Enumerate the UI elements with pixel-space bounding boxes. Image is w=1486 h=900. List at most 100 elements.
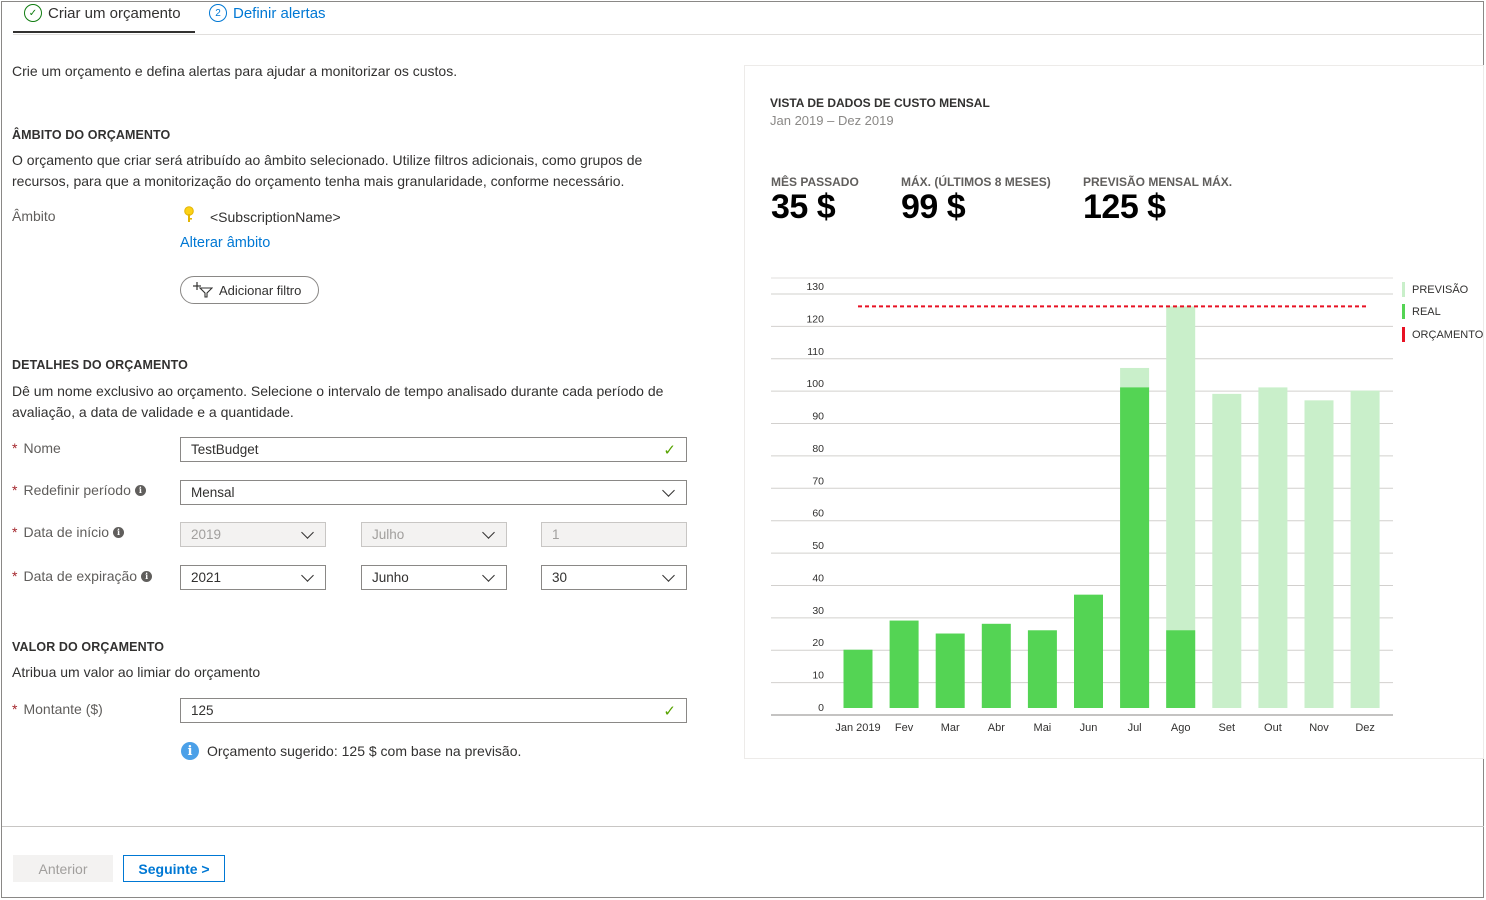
chevron-down-icon: [301, 525, 314, 539]
chevron-down-icon: [662, 568, 675, 582]
y-tick-label: 70: [812, 475, 824, 487]
kpi-last-month-value: 35 $: [771, 188, 836, 226]
x-tick-label: Set: [1219, 722, 1236, 734]
info-icon[interactable]: i: [113, 526, 125, 538]
actual-bar: [935, 633, 965, 708]
panel-subtitle: Jan 2019 – Dez 2019: [770, 113, 894, 128]
add-filter-button[interactable]: Adicionar filtro: [180, 276, 319, 304]
y-tick-label: 130: [806, 281, 824, 293]
scope-section-title: ÂMBITO DO ORÇAMENTO: [12, 128, 171, 142]
forecast-bar: [1350, 390, 1380, 708]
tab-set-alerts[interactable]: 2 Definir alertas: [209, 4, 326, 22]
tab-label: Criar um orçamento: [48, 4, 181, 22]
actual-bar: [843, 649, 873, 708]
start-year-select: 2019: [180, 522, 326, 547]
y-tick-label: 10: [812, 670, 824, 682]
name-field[interactable]: TestBudget ✓: [180, 437, 687, 462]
scope-label: Âmbito: [12, 208, 56, 224]
filter-add-icon: [193, 282, 213, 298]
start-day-field: 1: [541, 522, 687, 547]
start-month-select: Julho: [361, 522, 507, 547]
actual-bar: [1074, 594, 1103, 708]
details-description: Dê um nome exclusivo ao orçamento. Selec…: [12, 383, 664, 420]
x-tick-label: Dez: [1355, 722, 1375, 734]
y-tick-label: 120: [806, 313, 824, 325]
key-icon: [183, 206, 195, 229]
y-tick-label: 50: [812, 540, 824, 552]
panel-title: VISTA DE DADOS DE CUSTO MENSAL: [770, 96, 990, 110]
valid-check-icon: ✓: [663, 441, 676, 459]
add-filter-label: Adicionar filtro: [219, 282, 302, 298]
chevron-down-icon: [662, 483, 675, 497]
step-number-icon: 2: [209, 4, 227, 22]
y-tick-label: 100: [806, 378, 824, 390]
valid-check-icon: ✓: [663, 702, 676, 720]
actual-bar: [1027, 630, 1057, 708]
change-scope-link[interactable]: Alterar âmbito: [180, 235, 270, 251]
info-icon: i: [181, 742, 199, 760]
kpi-forecast-label: PREVISÃO MENSAL MÁX.: [1083, 175, 1233, 189]
x-tick-label: Abr: [988, 722, 1005, 734]
kpi-max-label: MÁX. (ÚLTIMOS 8 MESES): [901, 175, 1051, 189]
x-tick-label: Ago: [1171, 722, 1191, 734]
x-tick-label: Nov: [1309, 722, 1329, 734]
start-date-label: * Data de início i: [12, 524, 125, 540]
details-section-title: DETALHES DO ORÇAMENTO: [12, 358, 188, 372]
previous-button: Anterior: [13, 855, 113, 882]
tab-label: Definir alertas: [233, 4, 326, 22]
chevron-down-icon: [482, 525, 495, 539]
suggested-budget-hint: i Orçamento sugerido: 125 $ com base na …: [181, 742, 521, 760]
monthly-cost-chart: 0 10 20 30 40 50 60 70 80 90 100 110 120 130 Jan 2019 F…: [771, 277, 1393, 734]
chevron-down-icon: [301, 568, 314, 582]
reset-period-label: * Redefinir período i: [12, 482, 146, 498]
amount-section-title: VALOR DO ORÇAMENTO: [12, 640, 165, 654]
kpi-forecast-value: 125 $: [1083, 188, 1166, 226]
y-tick-label: 90: [812, 411, 824, 423]
y-tick-label: 30: [812, 605, 824, 617]
x-tick-label: Mar: [941, 722, 960, 734]
y-tick-label: 110: [807, 346, 824, 358]
actual-bar: [889, 620, 919, 708]
y-tick-label: 0: [818, 702, 824, 714]
x-tick-label: Jan 2019: [835, 722, 880, 734]
x-tick-label: Mai: [1034, 722, 1052, 734]
tab-create-budget[interactable]: ✓ Criar um orçamento: [24, 4, 181, 22]
x-tick-label: Jun: [1080, 722, 1098, 734]
forecast-bar: [1212, 393, 1242, 708]
expiration-date-label: * Data de expiração i: [12, 568, 153, 584]
y-tick-label: 40: [812, 572, 824, 584]
legend-swatch: [1402, 282, 1405, 297]
y-tick-label: 80: [812, 443, 824, 455]
y-tick-label: 20: [812, 637, 824, 649]
info-icon[interactable]: i: [141, 570, 153, 582]
legend-swatch: [1402, 327, 1405, 342]
active-tab-indicator: [13, 31, 195, 33]
scope-description: O orçamento que criar será atribuído ao …: [12, 152, 643, 189]
legend-actual: REAL: [1402, 304, 1441, 319]
x-tick-label: Out: [1264, 722, 1282, 734]
tab-divider: [13, 34, 1482, 35]
kpi-last-month-label: MÊS PASSADO: [771, 175, 859, 189]
legend-forecast: PREVISÃO: [1402, 282, 1468, 297]
amount-field[interactable]: 125 ✓: [180, 698, 687, 723]
actual-bar: [1120, 387, 1150, 708]
amount-label: * Montante ($): [12, 701, 103, 717]
check-circle-icon: ✓: [24, 4, 42, 22]
expiration-day-select[interactable]: 30: [541, 565, 687, 590]
legend-swatch: [1402, 304, 1405, 319]
x-tick-label: Jul: [1128, 722, 1142, 734]
name-label: * Nome: [12, 440, 61, 456]
expiration-year-select[interactable]: 2021: [180, 565, 326, 590]
reset-period-select[interactable]: Mensal: [180, 480, 687, 505]
chevron-down-icon: [482, 568, 495, 582]
scope-value: <SubscriptionName>: [210, 209, 341, 225]
actual-bar: [981, 623, 1011, 708]
kpi-max-value: 99 $: [901, 188, 966, 226]
info-icon[interactable]: i: [134, 484, 146, 496]
expiration-month-select[interactable]: Junho: [361, 565, 507, 590]
next-button[interactable]: Seguinte >: [123, 855, 225, 882]
y-tick-label: 60: [812, 508, 824, 520]
intro-text: Crie um orçamento e defina alertas para …: [12, 63, 458, 79]
forecast-bar: [1258, 387, 1288, 708]
footer-divider: [2, 826, 1484, 827]
